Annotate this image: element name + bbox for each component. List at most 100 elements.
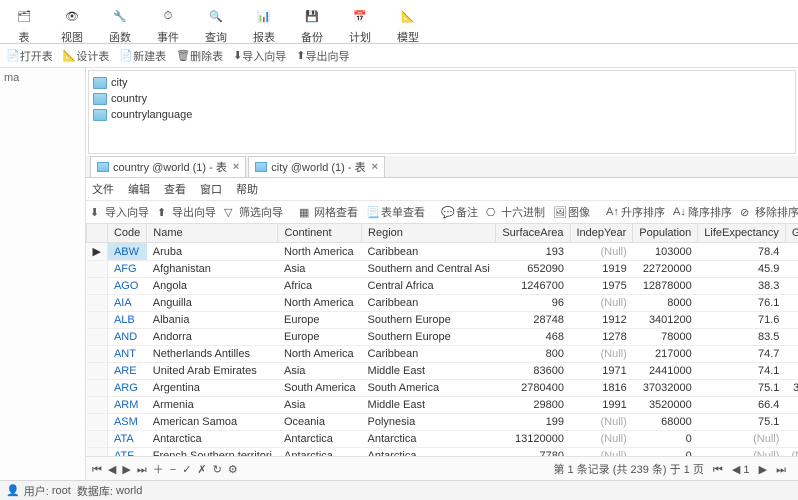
cell[interactable]: 59: [785, 261, 798, 278]
menu-查看[interactable]: 查看: [164, 181, 186, 197]
cell[interactable]: 1816: [570, 380, 633, 397]
cell[interactable]: 29800: [496, 397, 570, 414]
cell[interactable]: 1278: [570, 329, 633, 346]
cell[interactable]: 75.1: [698, 414, 786, 431]
cell[interactable]: Southern Europe: [362, 329, 496, 346]
nav-btn-1[interactable]: ◀: [108, 464, 116, 476]
ribbon-报表[interactable]: 📊报表: [244, 2, 284, 47]
cell[interactable]: 217000: [633, 346, 698, 363]
ribbon-备份[interactable]: 💾备份: [292, 2, 332, 47]
cell[interactable]: Caribbean: [362, 243, 496, 261]
export-wizard-button[interactable]: ⬆ 导出向导: [296, 48, 349, 64]
tab[interactable]: city @world (1) - 表×: [248, 156, 385, 177]
cell[interactable]: AGO: [107, 278, 146, 295]
cell[interactable]: ABW: [107, 243, 146, 261]
cell[interactable]: Southern and Central Asi: [362, 261, 496, 278]
cell[interactable]: Argentina: [147, 380, 278, 397]
cell[interactable]: Central Africa: [362, 278, 496, 295]
cell[interactable]: Antarctica: [278, 431, 362, 448]
cell[interactable]: 13120000: [496, 431, 570, 448]
cell[interactable]: 28748: [496, 312, 570, 329]
cell[interactable]: South America: [278, 380, 362, 397]
cell[interactable]: 6: [785, 295, 798, 312]
cell[interactable]: AIA: [107, 295, 146, 312]
cell[interactable]: Europe: [278, 312, 362, 329]
cell[interactable]: Anguilla: [147, 295, 278, 312]
nav-btn-9[interactable]: ⚙: [228, 464, 238, 476]
nav-last-page[interactable]: ⏭: [776, 464, 786, 476]
cell[interactable]: ARG: [107, 380, 146, 397]
delete-table-button[interactable]: 🗑 删除表: [176, 48, 223, 64]
cell[interactable]: (Null): [570, 448, 633, 457]
cell[interactable]: 103000: [633, 243, 698, 261]
toolbtn-9[interactable]: A↓降序排序: [673, 204, 732, 220]
cell[interactable]: American Samoa: [147, 414, 278, 431]
col-IndepYear[interactable]: IndepYear: [570, 224, 633, 243]
cell[interactable]: Europe: [278, 329, 362, 346]
cell[interactable]: 12878000: [633, 278, 698, 295]
cell[interactable]: 0: [633, 448, 698, 457]
cell[interactable]: 74.7: [698, 346, 786, 363]
table-row[interactable]: AIAAnguillaNorth AmericaCaribbean96(Null…: [87, 295, 798, 312]
cell[interactable]: 68000: [633, 414, 698, 431]
cell[interactable]: (Null): [570, 431, 633, 448]
nav-btn-2[interactable]: ▶: [122, 464, 130, 476]
table-row[interactable]: ▶ABWArubaNorth AmericaCaribbean193(Null)…: [87, 243, 798, 261]
cell[interactable]: (Null): [570, 414, 633, 431]
cell[interactable]: 7780: [496, 448, 570, 457]
ribbon-查询[interactable]: 🔍查询: [196, 2, 236, 47]
cell[interactable]: 800: [496, 346, 570, 363]
table-item-city[interactable]: city: [93, 75, 791, 91]
cell[interactable]: AND: [107, 329, 146, 346]
nav-prev-page[interactable]: ◀ 1: [732, 464, 750, 476]
table-row[interactable]: ASMAmerican SamoaOceaniaPolynesia199(Nul…: [87, 414, 798, 431]
table-item-countrylanguage[interactable]: countrylanguage: [93, 107, 791, 123]
col-SurfaceArea[interactable]: SurfaceArea: [496, 224, 570, 243]
cell[interactable]: Andorra: [147, 329, 278, 346]
cell[interactable]: 1991: [570, 397, 633, 414]
toolbtn-7[interactable]: 🖼图像: [553, 204, 590, 220]
tab[interactable]: country @world (1) - 表×: [90, 156, 246, 177]
cell[interactable]: 83600: [496, 363, 570, 380]
cell[interactable]: 3520000: [633, 397, 698, 414]
cell[interactable]: Caribbean: [362, 295, 496, 312]
cell[interactable]: (Null): [785, 448, 798, 457]
cell[interactable]: 0: [633, 431, 698, 448]
cell[interactable]: 45.9: [698, 261, 786, 278]
cell[interactable]: [785, 431, 798, 448]
cell[interactable]: ATF: [107, 448, 146, 457]
cell[interactable]: [785, 243, 798, 261]
cell[interactable]: Africa: [278, 278, 362, 295]
cell[interactable]: 1971: [570, 363, 633, 380]
cell[interactable]: North America: [278, 295, 362, 312]
cell[interactable]: Antarctica: [278, 448, 362, 457]
close-icon[interactable]: ×: [372, 161, 378, 173]
table-row[interactable]: ARMArmeniaAsiaMiddle East298001991352000…: [87, 397, 798, 414]
cell[interactable]: 8000: [633, 295, 698, 312]
new-table-button[interactable]: 📄 新建表: [119, 48, 166, 64]
cell[interactable]: Polynesia: [362, 414, 496, 431]
toolbtn-6[interactable]: ⎔十六进制: [486, 204, 545, 220]
cell[interactable]: AFG: [107, 261, 146, 278]
cell[interactable]: Middle East: [362, 397, 496, 414]
table-row[interactable]: AREUnited Arab EmiratesAsiaMiddle East83…: [87, 363, 798, 380]
cell[interactable]: Middle East: [362, 363, 496, 380]
cell[interactable]: Asia: [278, 363, 362, 380]
table-row[interactable]: ARGArgentinaSouth AmericaSouth America27…: [87, 380, 798, 397]
cell[interactable]: 78.4: [698, 243, 786, 261]
cell[interactable]: 22720000: [633, 261, 698, 278]
nav-btn-5[interactable]: −: [170, 464, 176, 476]
table-row[interactable]: AGOAngolaAfricaCentral Africa12467001975…: [87, 278, 798, 295]
cell[interactable]: 6: [785, 278, 798, 295]
col-Continent[interactable]: Continent: [278, 224, 362, 243]
nav-btn-4[interactable]: ＋: [153, 464, 164, 476]
cell[interactable]: 37032000: [633, 380, 698, 397]
data-grid-wrap[interactable]: CodeNameContinentRegionSurfaceAreaIndepY…: [86, 224, 798, 456]
cell[interactable]: 78000: [633, 329, 698, 346]
ribbon-计划[interactable]: 📅计划: [340, 2, 380, 47]
nav-btn-6[interactable]: ✓: [182, 464, 191, 476]
cell[interactable]: Netherlands Antilles: [147, 346, 278, 363]
cell[interactable]: South America: [362, 380, 496, 397]
cell[interactable]: (Null): [570, 346, 633, 363]
cell[interactable]: Asia: [278, 397, 362, 414]
